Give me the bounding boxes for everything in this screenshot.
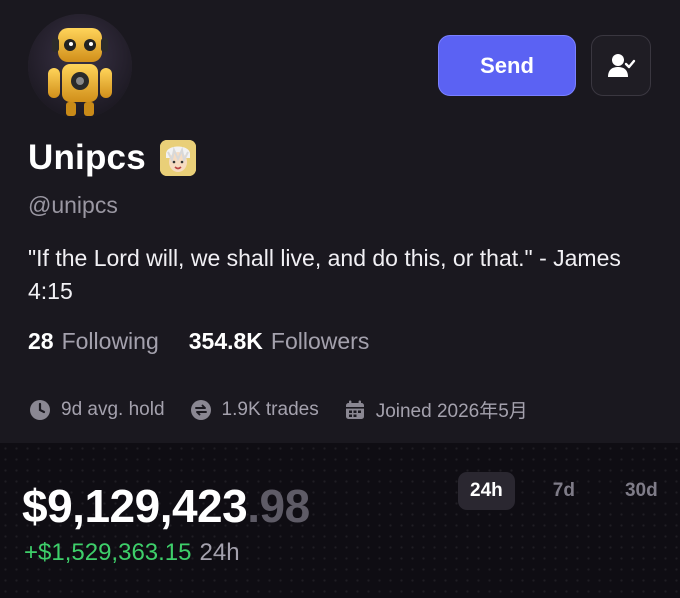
balance-panel: $9,129,423.98 +$1,529,363.15 24h 24h 7d 3… <box>0 443 680 598</box>
trades-item: 1.9K trades <box>189 398 319 422</box>
profile-handle: @unipcs <box>28 192 118 218</box>
balance-change: +$1,529,363.15 24h <box>24 539 240 567</box>
follow-stats: 28 Following 354.8K Followers <box>28 328 369 355</box>
balance-whole: $9,129,423 <box>22 480 248 532</box>
clock-icon <box>28 398 52 422</box>
follow-button[interactable] <box>591 35 651 96</box>
name-row: Unipcs <box>28 138 196 178</box>
profile-page: Send Unipcs @unipcs "If the Lord will, w… <box>0 0 680 598</box>
profile-name: Unipcs <box>28 138 146 177</box>
balance-change-period: 24h <box>199 539 240 566</box>
trades-text: 1.9K trades <box>221 398 319 420</box>
following-count: 28 <box>28 328 54 354</box>
balance-change-value: +$1,529,363.15 <box>24 539 192 566</box>
balance-cents: .98 <box>247 480 310 532</box>
joined-item: Joined 2026年5月 <box>343 396 528 423</box>
range-tab-24h[interactable]: 24h <box>458 472 515 510</box>
avatar <box>28 14 132 118</box>
joined-text: Joined 2026年5月 <box>375 401 528 422</box>
time-range-tabs: 24h 7d 30d <box>458 472 670 510</box>
followers-label: Followers <box>270 328 370 354</box>
send-button-label: Send <box>480 52 534 78</box>
anime-character-badge-icon <box>159 140 196 176</box>
followers-stat[interactable]: 354.8K Followers <box>189 328 370 355</box>
swap-icon <box>189 398 213 422</box>
followers-count: 354.8K <box>188 328 263 354</box>
user-check-icon <box>608 53 636 77</box>
following-label: Following <box>61 328 159 354</box>
profile-meta: 9d avg. hold 1.9K trades Joined 2026年5月 <box>28 396 552 423</box>
send-button[interactable]: Send <box>438 35 576 96</box>
profile-bio: "If the Lord will, we shall live, and do… <box>28 245 621 304</box>
robot-avatar-icon <box>28 14 132 118</box>
avg-hold-item: 9d avg. hold <box>28 398 165 422</box>
avg-hold-text: 9d avg. hold <box>61 398 165 420</box>
portfolio-balance: $9,129,423.98 <box>22 479 310 533</box>
range-tab-30d[interactable]: 30d <box>613 472 670 510</box>
calendar-icon <box>343 398 367 422</box>
following-stat[interactable]: 28 Following <box>28 328 159 355</box>
range-tab-7d[interactable]: 7d <box>541 472 587 510</box>
